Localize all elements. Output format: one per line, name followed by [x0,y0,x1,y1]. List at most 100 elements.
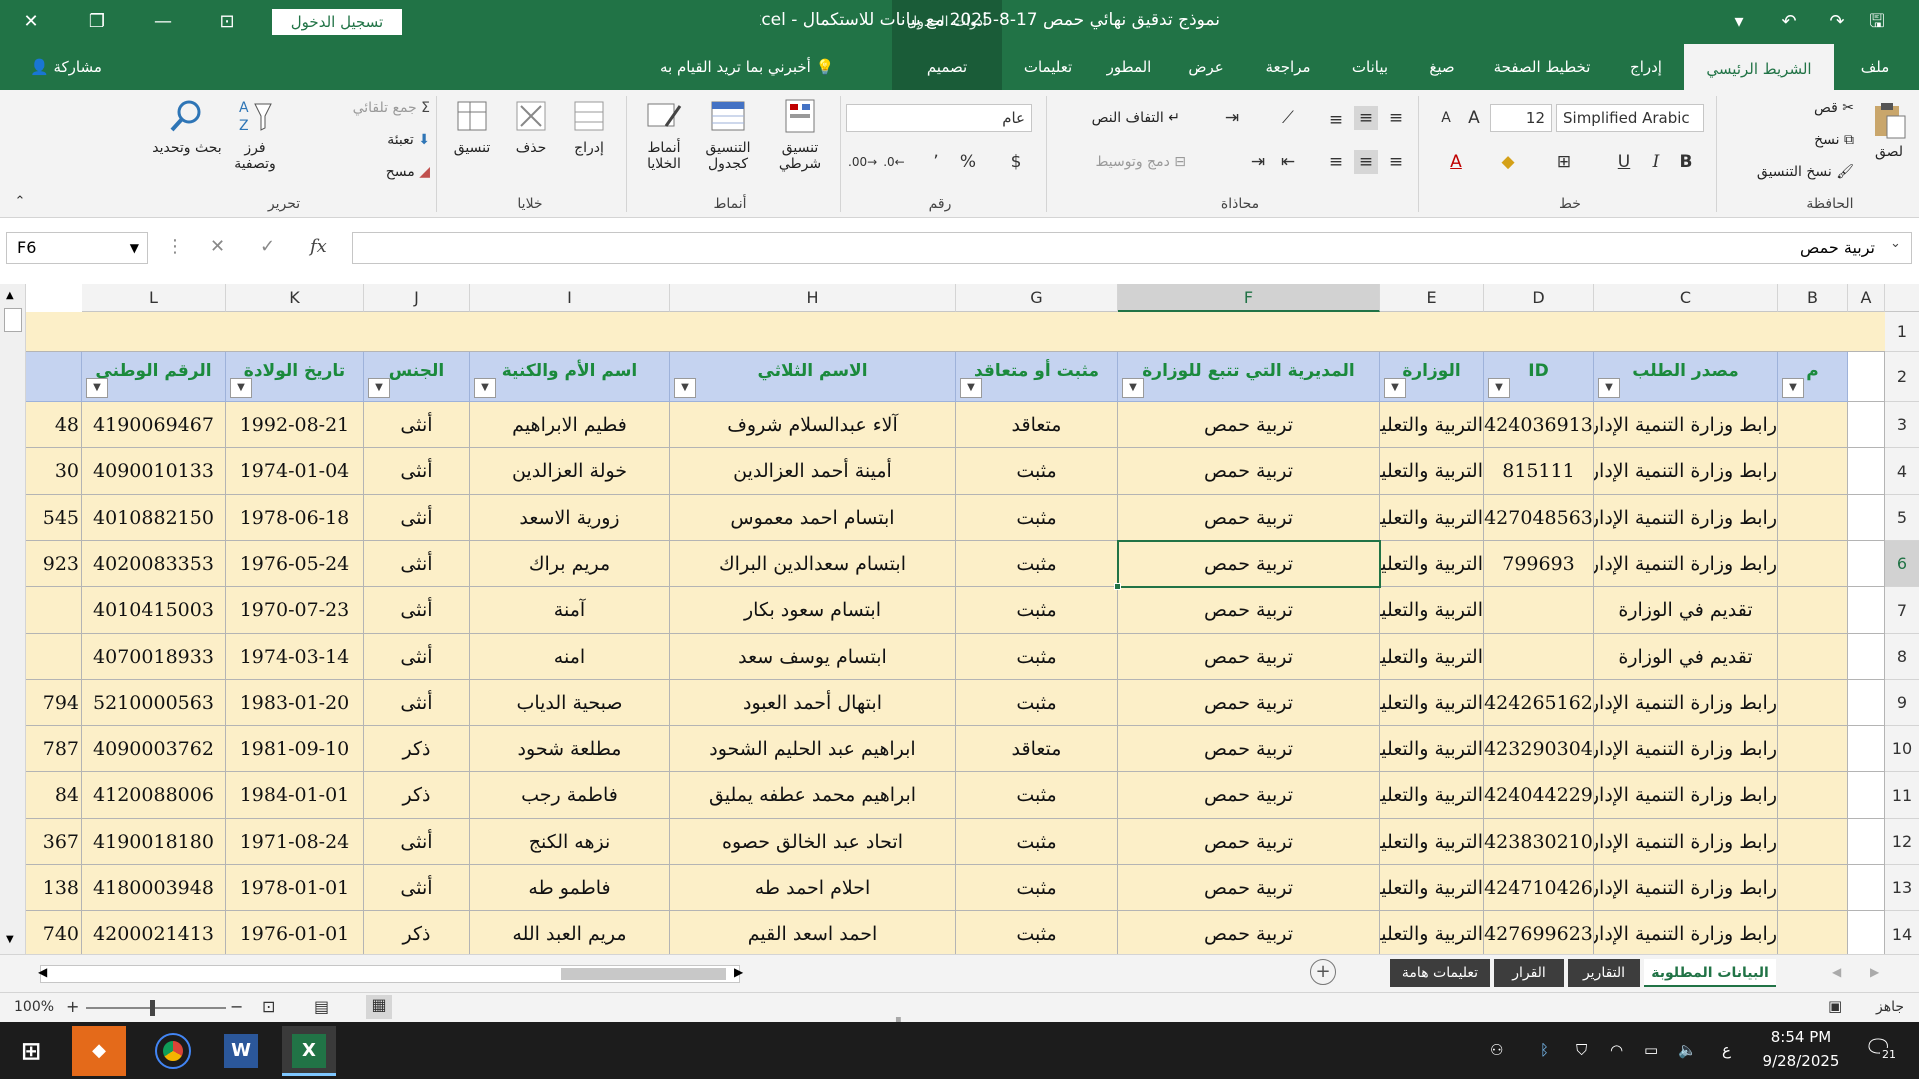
page-layout-view-icon[interactable]: ▤ [314,997,329,1016]
insert-cells-button[interactable]: إدراج [564,96,614,156]
table-cell-m[interactable]: 30 [26,448,82,495]
table-cell-k[interactable]: 1976-05-24 [226,541,364,587]
table-cell[interactable] [1848,819,1885,865]
row-header[interactable]: 2 [1885,352,1919,402]
table-cell-m[interactable]: 367 [26,819,82,865]
table-cell-i[interactable]: خولة العزالدين [470,448,670,495]
table-cell-l[interactable]: 4180003948 [82,865,226,911]
filter-dropdown-icon[interactable]: ▼ [1598,378,1620,398]
column-header-a[interactable]: A [1848,284,1885,312]
shield-icon[interactable]: ⛉ [1576,1022,1587,1079]
scroll-right-icon[interactable]: ▶ [734,965,743,979]
table-cell-b[interactable] [1778,495,1848,541]
tab-home[interactable]: الشريط الرئيسي [1684,44,1834,90]
column-header-j[interactable]: J [364,284,470,312]
table-cell[interactable] [1848,634,1885,680]
table-cell-i[interactable]: نزهه الكنج [470,819,670,865]
table-cell-j[interactable]: أنثى [364,680,470,726]
row-header[interactable]: 1 [1885,312,1919,352]
table-header-f[interactable]: المديرية التي تتبع للوزارة ▼ [1118,352,1380,402]
table-cell[interactable] [1848,495,1885,541]
select-all-corner[interactable] [1885,284,1919,312]
cut-button[interactable]: قص ✂ [1758,100,1854,116]
format-painter-button[interactable]: نسخ التنسيق 🖌 [1720,164,1854,180]
font-size-combo[interactable]: 12 [1490,104,1552,132]
taskbar-app-chrome[interactable] [146,1026,200,1076]
tab-scroll-next-icon[interactable]: ▶ [1870,965,1879,979]
fill-button[interactable]: تعبئة ⬇ [290,132,430,148]
table-cell-k[interactable]: 1978-01-01 [226,865,364,911]
page-break-view-icon[interactable]: ⊡ [262,997,275,1016]
table-cell-c[interactable]: رابط وزارة التنمية الإدارية [1594,865,1778,911]
table-cell-l[interactable]: 5210000563 [82,680,226,726]
scroll-down-icon[interactable]: ▼ [6,934,14,945]
row-header[interactable]: 6 [1885,541,1919,587]
table-cell[interactable] [1848,865,1885,911]
bold-button[interactable]: B [1674,150,1698,174]
filter-dropdown-icon[interactable]: ▼ [1488,378,1510,398]
table-cell-i[interactable]: مطلعة شحود [470,726,670,772]
format-cells-button[interactable]: تنسيق [444,96,500,156]
filter-dropdown-icon[interactable]: ▼ [960,378,982,398]
filter-dropdown-icon[interactable]: ▼ [474,378,496,398]
table-cell-l[interactable]: 4120088006 [82,772,226,819]
column-header-l[interactable]: L [82,284,226,312]
restore-icon[interactable]: ❐ [80,6,114,38]
scroll-left-icon[interactable]: ◀ [38,965,47,979]
normal-view-icon[interactable]: ▦ [366,995,392,1019]
clock-time[interactable]: 8:54 PM [1760,1028,1842,1046]
conditional-format-button[interactable]: تنسيق شرطي [764,96,836,172]
table-cell-i[interactable]: آمنة [470,587,670,634]
start-icon[interactable]: ⊞ [4,1026,58,1076]
table-cell-m[interactable]: 84 [26,772,82,819]
table-header-e[interactable]: الوزارة ▼ [1380,352,1484,402]
sort-filter-button[interactable]: AZ فرز وتصفية [222,96,288,172]
row-header[interactable]: 13 [1885,865,1919,911]
table-cell-e[interactable]: التربية والتعليم [1380,865,1484,911]
percent-button[interactable]: % [956,150,980,174]
table-cell-d[interactable]: 424710426 [1484,865,1594,911]
table-cell-j[interactable]: أنثى [364,634,470,680]
delete-cells-button[interactable]: حذف [506,96,556,156]
zoom-level[interactable]: 100% [14,999,54,1015]
table-cell-h[interactable]: أمينة أحمد العزالدين [670,448,956,495]
table-cell-f[interactable]: تربية حمص [1118,819,1380,865]
collapse-ribbon-icon[interactable]: ⌃ [8,190,32,214]
taskbar-app-pdf[interactable]: ◆ [72,1026,126,1076]
table-cell-f[interactable]: تربية حمص [1118,541,1380,587]
new-sheet-icon[interactable]: + [1310,959,1336,985]
table-cell-e[interactable]: التربية والتعليم [1380,911,1484,954]
font-name-combo[interactable]: Simplified Arabic [1556,104,1704,132]
table-cell-h[interactable]: آلاء عبدالسلام شروف [670,402,956,448]
row-header[interactable]: 3 [1885,402,1919,448]
table-cell-g[interactable]: متعاقد [956,726,1118,772]
table-cell[interactable] [1848,541,1885,587]
table-cell-h[interactable]: اتحاد عبد الخالق حصوه [670,819,956,865]
sheet-tab-decision[interactable]: القرار [1494,959,1564,987]
table-cell-l[interactable]: 4190069467 [82,402,226,448]
table-cell-c[interactable]: تقديم في الوزارة [1594,587,1778,634]
table-cell-l[interactable]: 4020083353 [82,541,226,587]
tell-me-box[interactable]: 💡 أخبرني بما تريد القيام به [660,44,834,90]
table-cell-b[interactable] [1778,911,1848,954]
table-cell[interactable] [1848,402,1885,448]
column-header-b[interactable]: B [1778,284,1848,312]
column-header-f[interactable]: F [1118,284,1380,312]
table-cell-d[interactable]: 427048563 [1484,495,1594,541]
table-cell-d[interactable]: 423290304 [1484,726,1594,772]
table-cell-c[interactable]: رابط وزارة التنمية الإدارية [1594,772,1778,819]
table-cell[interactable] [1848,448,1885,495]
column-header-d[interactable]: D [1484,284,1594,312]
table-cell-l[interactable]: 4090003762 [82,726,226,772]
table-cell-d[interactable]: 424265162 [1484,680,1594,726]
table-cell-i[interactable]: فطيم الابراهيم [470,402,670,448]
clear-button[interactable]: مسح ◢ [290,164,430,180]
row-header[interactable]: 9 [1885,680,1919,726]
table-cell-h[interactable]: ابراهيم عبد الحليم الشحود [670,726,956,772]
table-header-k[interactable]: تاريخ الولادة ▼ [226,352,364,402]
table-cell-f[interactable]: تربية حمص [1118,772,1380,819]
table-cell-f[interactable]: تربية حمص [1118,726,1380,772]
table-cell-m[interactable]: 923 [26,541,82,587]
table-cell-d[interactable]: 423830210 [1484,819,1594,865]
sheet-tab-required-data[interactable]: البيانات المطلوبة [1644,959,1776,987]
